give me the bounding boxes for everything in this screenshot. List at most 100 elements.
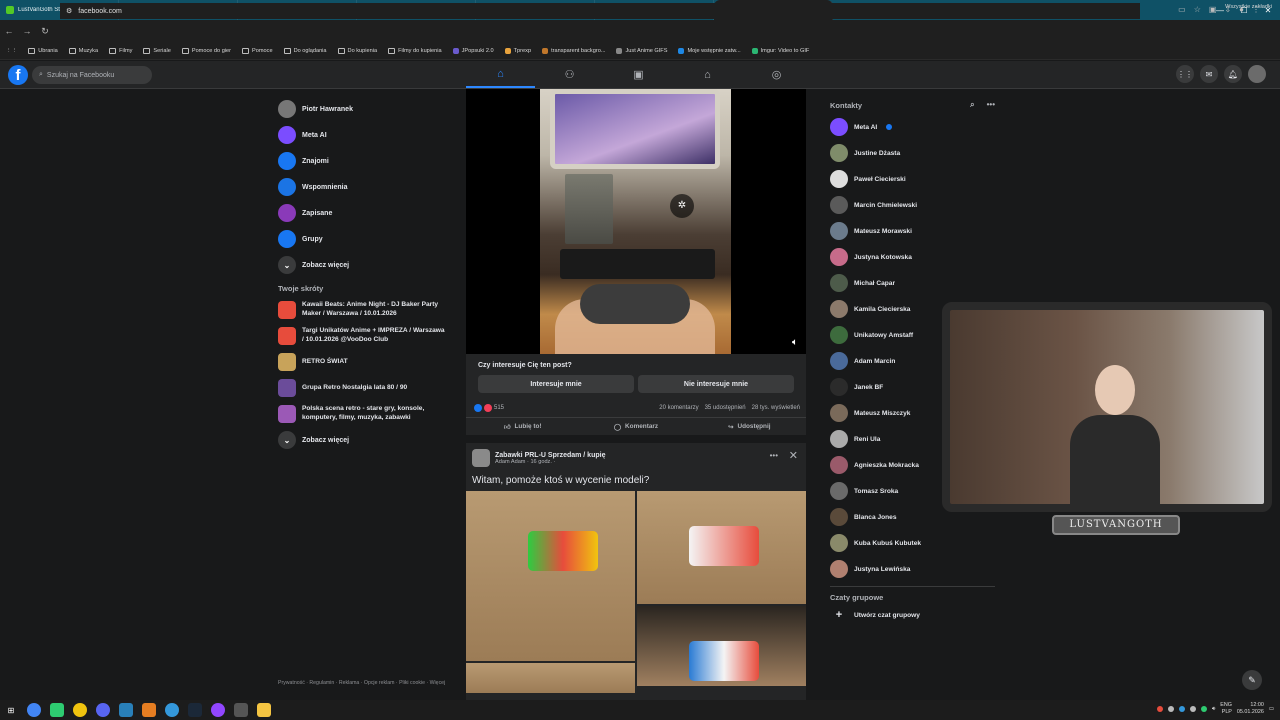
- contact-item[interactable]: Justyna Kotowska: [830, 244, 995, 270]
- marketplace-nav-icon[interactable]: ⌂: [673, 61, 742, 88]
- shortcut-item[interactable]: Grupa Retro Nostalgia lata 80 / 90: [278, 375, 448, 401]
- bookmark-item[interactable]: Do kupienia: [337, 47, 377, 54]
- contact-item[interactable]: Michał Capar: [830, 270, 995, 296]
- notification-icon[interactable]: ▭: [1269, 706, 1274, 712]
- mute-icon[interactable]: 🔈︎: [792, 337, 798, 348]
- extension-icon[interactable]: ▣: [1209, 5, 1217, 14]
- facebook-search-input[interactable]: ⌕ Szukaj na Facebooku: [32, 66, 152, 84]
- photo-2[interactable]: [637, 491, 806, 604]
- video-nav-icon[interactable]: ▣: [604, 61, 673, 88]
- group-avatar[interactable]: [472, 449, 490, 467]
- shortcut-item[interactable]: Kawaii Beats: Anime Night - DJ Baker Par…: [278, 297, 448, 323]
- like-button[interactable]: 👍︎ Lubię to!: [466, 418, 579, 435]
- search-icon[interactable]: ⌕: [970, 100, 974, 110]
- discord-icon[interactable]: [96, 703, 110, 717]
- tray-icon-2[interactable]: [1167, 706, 1174, 713]
- tray-icon-3[interactable]: [1178, 706, 1185, 713]
- shortcuts-see-more[interactable]: ⌄ Zobacz więcej: [278, 427, 448, 453]
- group-name[interactable]: Zabawki PRL-U Sprzedam / kupię: [495, 452, 605, 459]
- bookmark-item[interactable]: Filmy: [109, 47, 132, 54]
- language-indicator[interactable]: ENG PLP: [1220, 702, 1232, 716]
- app-purple-icon[interactable]: [211, 703, 225, 717]
- sidebar-item[interactable]: Piotr Hawranek: [278, 96, 448, 122]
- share-button[interactable]: ↪ Udostępnij: [693, 418, 806, 435]
- photo-4[interactable]: [466, 663, 635, 693]
- not-interested-button[interactable]: Nie interesuje mnie: [638, 375, 794, 393]
- bookmark-item[interactable]: Pomoce: [242, 47, 273, 54]
- photo-1[interactable]: [466, 491, 635, 661]
- bookmark-item[interactable]: Tprexp: [504, 47, 531, 54]
- interested-button[interactable]: Interesuje mnie: [478, 375, 634, 393]
- menu-grid-icon[interactable]: ⋮⋮: [1176, 65, 1194, 83]
- reactions[interactable]: 515: [474, 404, 504, 412]
- app-blue-icon[interactable]: [119, 703, 133, 717]
- sidebar-item[interactable]: Wspomnienia: [278, 174, 448, 200]
- shortcut-item[interactable]: Polska scena retro - stare gry, konsole,…: [278, 401, 448, 427]
- contact-item[interactable]: Kuba Kubuś Kubutek: [830, 530, 995, 556]
- create-group-chat[interactable]: + Utwórz czat grupowy: [830, 602, 995, 628]
- url-field[interactable]: ⚙ facebook.com: [60, 3, 1140, 19]
- contact-item[interactable]: Mateusz Morawski: [830, 218, 995, 244]
- sidebar-item[interactable]: Meta AI: [278, 122, 448, 148]
- app-green-icon[interactable]: [50, 703, 64, 717]
- notifications-icon[interactable]: 🔔︎: [1224, 65, 1242, 83]
- comment-count[interactable]: 20 komentarzy: [659, 405, 698, 411]
- contact-item[interactable]: Justine Dżasta: [830, 140, 995, 166]
- contact-item[interactable]: Justyna Lewińska: [830, 556, 995, 582]
- shortcut-item[interactable]: Targi Unikatów Anime + IMPREZA / Warszaw…: [278, 323, 448, 349]
- bookmark-item[interactable]: transparent backgro...: [542, 47, 605, 54]
- sidebar-item[interactable]: Grupy: [278, 226, 448, 252]
- contact-item[interactable]: Meta AI: [830, 114, 995, 140]
- facebook-logo-icon[interactable]: f: [8, 65, 28, 85]
- more-icon[interactable]: •••: [987, 100, 995, 110]
- forward-icon[interactable]: →: [18, 26, 36, 36]
- groups-nav-icon[interactable]: ◎: [742, 61, 811, 88]
- photo-3[interactable]: [637, 606, 806, 686]
- bookmark-item[interactable]: Moje wstępnie zatw...: [678, 47, 741, 54]
- bookmark-item[interactable]: JPopsuki 2.0: [452, 47, 494, 54]
- friends-nav-icon[interactable]: ⚇: [535, 61, 604, 88]
- start-icon[interactable]: ⊞: [4, 703, 18, 717]
- bookmark-item[interactable]: Do oglądania: [283, 47, 327, 54]
- messenger-icon[interactable]: ✉: [1200, 65, 1218, 83]
- account-avatar[interactable]: [1248, 65, 1266, 83]
- apps-icon[interactable]: ⋮⋮: [6, 48, 17, 54]
- folder-icon[interactable]: [257, 703, 271, 717]
- app-globe-icon[interactable]: [165, 703, 179, 717]
- comment-button[interactable]: ◯ Komentarz: [579, 418, 692, 435]
- app-yellow-icon[interactable]: [73, 703, 87, 717]
- video-player[interactable]: ✲ 🔈︎: [466, 89, 806, 354]
- steam-icon[interactable]: [188, 703, 202, 717]
- chrome-icon[interactable]: [27, 703, 41, 717]
- sidebar-item[interactable]: Zapisane: [278, 200, 448, 226]
- back-icon[interactable]: ←: [0, 26, 18, 36]
- home-icon[interactable]: ⌂: [466, 61, 535, 88]
- contact-item[interactable]: Marcin Chmielewski: [830, 192, 995, 218]
- tray-icon-5[interactable]: [1200, 706, 1207, 713]
- new-message-icon[interactable]: ✎: [1242, 670, 1262, 690]
- bookmark-item[interactable]: Pomoce do gier: [181, 47, 231, 54]
- bookmark-item[interactable]: Seriale: [143, 47, 171, 54]
- share-count[interactable]: 35 udostępnień: [705, 405, 746, 411]
- post-author-time[interactable]: Adam Adam · 16 godz. ·: [495, 459, 605, 465]
- bookmark-item[interactable]: Imgur: Video to GIF: [751, 47, 809, 54]
- bookmark-item[interactable]: Just Anime GIFS: [616, 47, 667, 54]
- hide-post-icon[interactable]: ✕: [789, 449, 798, 462]
- tray-icon-4[interactable]: [1189, 706, 1196, 713]
- bookmark-item[interactable]: Filmy do kupienia: [388, 47, 442, 54]
- obs-icon[interactable]: [234, 703, 248, 717]
- bookmark-item[interactable]: Ubrania: [28, 47, 58, 54]
- site-info-icon[interactable]: ⚙: [66, 7, 72, 15]
- volume-icon[interactable]: 🔊︎: [1212, 706, 1215, 713]
- sidebar-item[interactable]: ⌄ Zobacz więcej: [278, 252, 448, 278]
- reload-icon[interactable]: ↻: [36, 26, 54, 37]
- all-bookmarks-link[interactable]: Wszystkie zakładki: [1225, 4, 1272, 10]
- more-options-icon[interactable]: •••: [770, 451, 778, 460]
- cast-icon[interactable]: ▭: [1178, 5, 1186, 14]
- bookmark-item[interactable]: Muzyka: [68, 47, 98, 54]
- contact-item[interactable]: Paweł Ciecierski: [830, 166, 995, 192]
- sidebar-item[interactable]: Znajomi: [278, 148, 448, 174]
- star-icon[interactable]: ☆: [1194, 5, 1201, 14]
- footer-links[interactable]: Prywatność · Regulamin · Reklama · Opcje…: [278, 680, 448, 687]
- shortcut-item[interactable]: RETRO ŚWIAT: [278, 349, 448, 375]
